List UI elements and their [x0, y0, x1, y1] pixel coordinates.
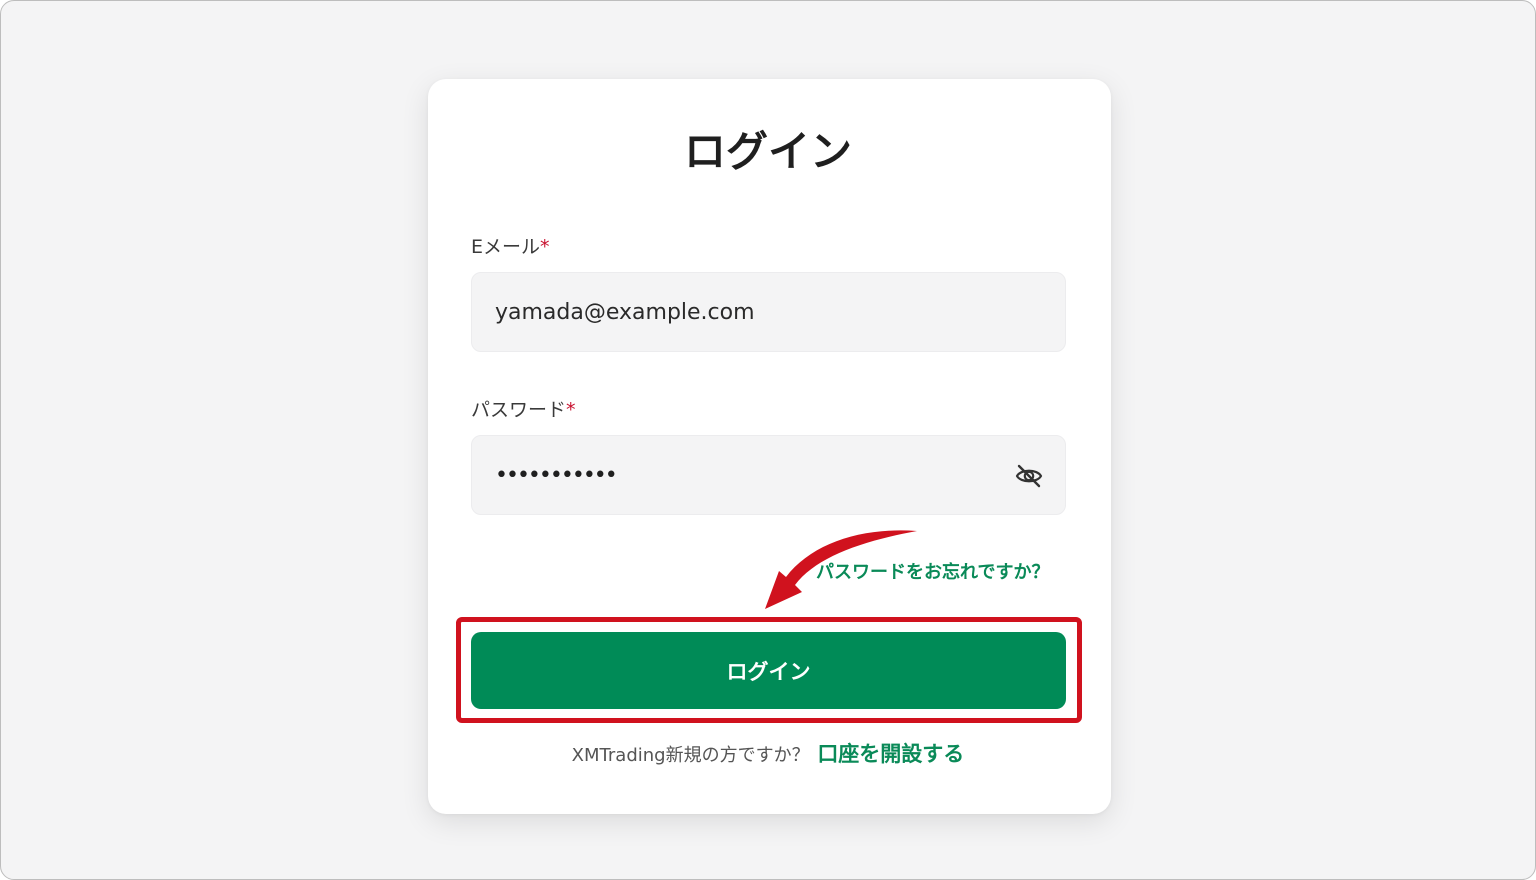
email-field[interactable]: yamada@example.com — [471, 272, 1066, 352]
email-label-text: Eメール — [471, 236, 541, 258]
required-mark: * — [566, 399, 576, 421]
signup-row: XMTrading新規の方ですか？ 口座を開設する — [0, 740, 1536, 770]
password-label-text: パスワード — [471, 399, 567, 421]
signup-prompt: XMTrading新規の方ですか？ — [571, 745, 810, 766]
password-label: パスワード* — [471, 398, 576, 422]
login-button[interactable]: ログイン — [471, 632, 1066, 709]
password-field[interactable]: ••••••••••• — [471, 435, 1066, 515]
open-account-link[interactable]: 口座を開設する — [817, 742, 964, 766]
password-value: ••••••••••• — [495, 462, 618, 488]
forgot-password-link[interactable]: パスワードをお忘れですか？ — [816, 561, 1049, 585]
required-mark: * — [540, 236, 550, 258]
email-value: yamada@example.com — [495, 299, 755, 325]
page-title: ログイン — [683, 127, 852, 176]
eye-slash-icon[interactable] — [1015, 463, 1043, 489]
email-label: Eメール* — [471, 235, 550, 259]
